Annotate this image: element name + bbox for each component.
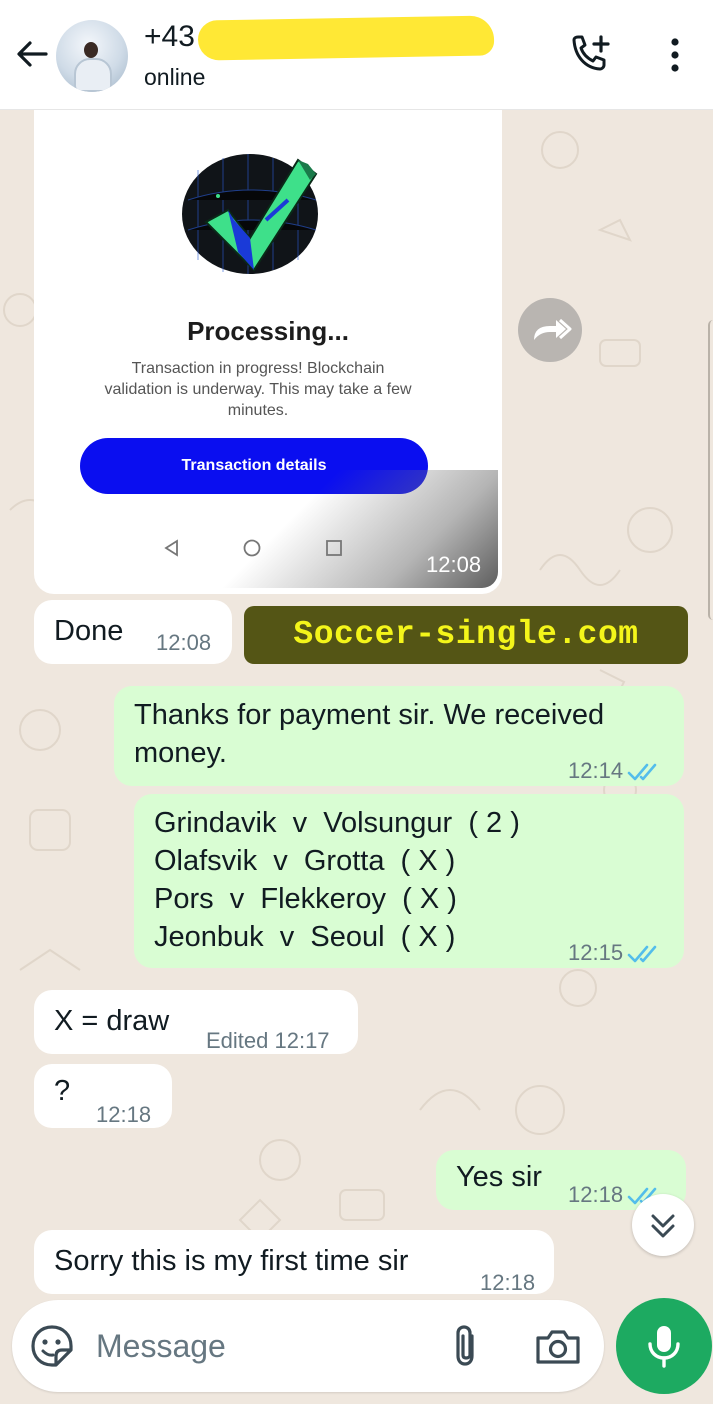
message-time: 12:18: [96, 1102, 152, 1127]
message-incoming[interactable]: X = draw Edited 12:17: [34, 990, 358, 1054]
message-outgoing[interactable]: Grindavik v Volsungur ( 2 ) Olafsvik v G…: [134, 794, 684, 968]
mic-icon: [648, 1326, 680, 1368]
message-line: Grindavik v Volsungur ( 2 ): [154, 807, 520, 839]
sticker-button[interactable]: [30, 1324, 74, 1368]
scroll-to-bottom-button[interactable]: [632, 1194, 694, 1256]
message-text: ?: [54, 1075, 71, 1107]
forward-button[interactable]: [518, 298, 582, 362]
message-incoming[interactable]: ? 12:18: [34, 1064, 172, 1128]
message-text: Done: [54, 615, 124, 647]
chevrons-down-icon: [651, 1214, 675, 1238]
message-line: Olafsvik v Grotta ( X ): [154, 845, 456, 877]
contact-avatar[interactable]: [56, 20, 128, 92]
message-outgoing[interactable]: Thanks for payment sir. We received mone…: [114, 686, 684, 786]
contact-status: online: [144, 64, 206, 90]
message-line: Pors v Flekkeroy ( X ): [154, 883, 457, 915]
camera-button[interactable]: [534, 1326, 582, 1368]
processing-description: Transaction in progress! Blockchain vali…: [104, 360, 412, 419]
processing-title: Processing...: [187, 316, 349, 346]
message-time: 12:18: [568, 1182, 624, 1207]
message-time: 12:15: [568, 940, 624, 965]
voice-message-button[interactable]: [616, 1298, 712, 1394]
message-incoming[interactable]: Done 12:08: [34, 600, 232, 664]
message-text: Sorry this is my first time sir: [54, 1245, 409, 1277]
nav-back-icon: [164, 539, 178, 557]
more-vertical-icon: [671, 38, 679, 72]
watermark-banner: Soccer-single.com: [244, 606, 688, 664]
message-time: 12:18: [480, 1270, 536, 1295]
message-input[interactable]: [96, 1322, 416, 1370]
back-arrow-icon: [17, 41, 48, 67]
add-call-button[interactable]: [568, 34, 614, 76]
message-text: Yes sir: [456, 1161, 542, 1193]
more-options-button[interactable]: [660, 34, 690, 76]
image-message[interactable]: Processing... Transaction in progress! B…: [34, 110, 502, 594]
message-line: Jeonbuk v Seoul ( X ): [154, 921, 456, 953]
chat-area[interactable]: Processing... Transaction in progress! B…: [0, 110, 713, 1300]
message-time: 12:14: [568, 758, 624, 783]
message-line: Thanks for payment sir. We received: [134, 699, 605, 731]
attach-button[interactable]: [448, 1322, 484, 1370]
sticker-icon: [31, 1325, 73, 1367]
message-time: 12:08: [156, 630, 212, 655]
message-line: money.: [134, 737, 227, 769]
message-time: Edited 12:17: [206, 1028, 330, 1053]
message-incoming[interactable]: Sorry this is my first time sir 12:18: [34, 1230, 554, 1295]
redaction-mark: [197, 15, 495, 61]
camera-icon: [536, 1330, 580, 1364]
message-time: 12:08: [426, 552, 482, 577]
message-text: X = draw: [54, 1005, 170, 1037]
transaction-check-illustration: [182, 154, 318, 274]
forward-icon: [534, 318, 572, 340]
back-button[interactable]: [12, 34, 52, 74]
double-check-icon: [627, 763, 657, 781]
contact-number[interactable]: +43: [144, 20, 195, 54]
message-composer: [12, 1300, 604, 1392]
double-check-icon: [627, 945, 657, 963]
chat-header: +43 online: [0, 0, 713, 110]
paperclip-icon: [456, 1325, 474, 1366]
add-call-icon: [572, 35, 610, 71]
